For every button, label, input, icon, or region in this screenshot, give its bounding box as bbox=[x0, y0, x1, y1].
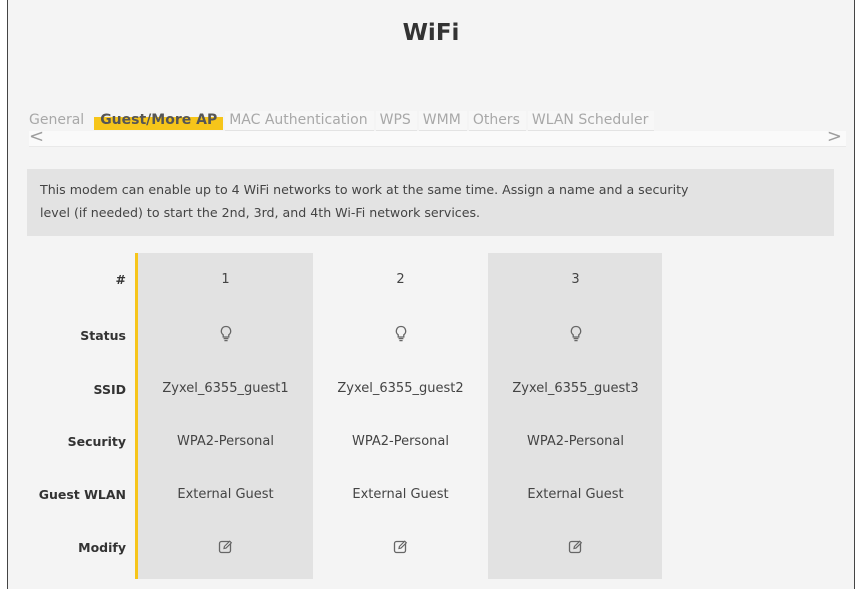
row-label-guest-wlan: Guest WLAN bbox=[38, 487, 126, 502]
cell-index-2: 2 bbox=[396, 272, 405, 287]
cell-ssid-2: Zyxel_6355_guest2 bbox=[337, 381, 464, 396]
cell-guest-wlan-1: External Guest bbox=[177, 487, 274, 502]
row-label-status: Status bbox=[80, 328, 126, 343]
tab-mac-authentication[interactable]: MAC Authentication bbox=[225, 110, 374, 131]
cell-security-2: WPA2-Personal bbox=[352, 434, 449, 449]
info-line-1: This modem can enable up to 4 WiFi netwo… bbox=[40, 182, 689, 197]
lightbulb-icon bbox=[220, 325, 231, 342]
accent-divider bbox=[135, 253, 138, 579]
cell-guest-wlan-2: External Guest bbox=[352, 487, 449, 502]
cell-guest-wlan-3: External Guest bbox=[527, 487, 624, 502]
tab-wlan-scheduler[interactable]: WLAN Scheduler bbox=[527, 110, 655, 131]
cell-modify-1 bbox=[138, 539, 313, 558]
info-message: This modem can enable up to 4 WiFi netwo… bbox=[27, 169, 834, 236]
info-line-2: level (if needed) to start the 2nd, 3rd,… bbox=[40, 205, 481, 220]
row-label-index: # bbox=[115, 272, 126, 287]
cell-modify-3 bbox=[488, 539, 663, 558]
edit-icon[interactable] bbox=[218, 539, 233, 554]
row-label-ssid: SSID bbox=[93, 382, 126, 397]
cell-status-3 bbox=[488, 325, 663, 346]
edit-icon[interactable] bbox=[568, 539, 583, 554]
cell-modify-2 bbox=[313, 539, 488, 558]
cell-ssid-1: Zyxel_6355_guest1 bbox=[162, 381, 289, 396]
row-label-modify: Modify bbox=[78, 540, 126, 555]
column-shade-3 bbox=[488, 253, 662, 579]
cell-security-3: WPA2-Personal bbox=[527, 434, 624, 449]
scroll-left-icon[interactable]: < bbox=[29, 128, 44, 146]
cell-security-1: WPA2-Personal bbox=[177, 434, 274, 449]
tab-bar: General Guest/More AP MAC Authentication… bbox=[29, 110, 656, 131]
cell-status-1 bbox=[138, 325, 313, 346]
guest-ap-table: # Status SSID Security Guest WLAN Modify… bbox=[8, 253, 856, 589]
cell-status-2 bbox=[313, 325, 488, 346]
tab-wmm[interactable]: WMM bbox=[418, 110, 467, 131]
tab-scrollbar[interactable]: < > bbox=[29, 128, 846, 147]
tab-wps[interactable]: WPS bbox=[375, 110, 417, 131]
page-frame: WiFi General Guest/More AP MAC Authentic… bbox=[7, 0, 855, 589]
column-shade-1 bbox=[138, 253, 313, 579]
scroll-right-icon[interactable]: > bbox=[827, 128, 842, 146]
cell-ssid-3: Zyxel_6355_guest3 bbox=[512, 381, 639, 396]
lightbulb-icon bbox=[570, 325, 581, 342]
page-title: WiFi bbox=[402, 20, 460, 46]
cell-index-1: 1 bbox=[221, 272, 230, 287]
lightbulb-icon bbox=[395, 325, 406, 342]
row-label-security: Security bbox=[67, 434, 126, 449]
cell-index-3: 3 bbox=[571, 272, 580, 287]
tab-guest-more-ap[interactable]: Guest/More AP bbox=[94, 111, 224, 130]
tab-others[interactable]: Others bbox=[468, 110, 526, 131]
edit-icon[interactable] bbox=[393, 539, 408, 554]
